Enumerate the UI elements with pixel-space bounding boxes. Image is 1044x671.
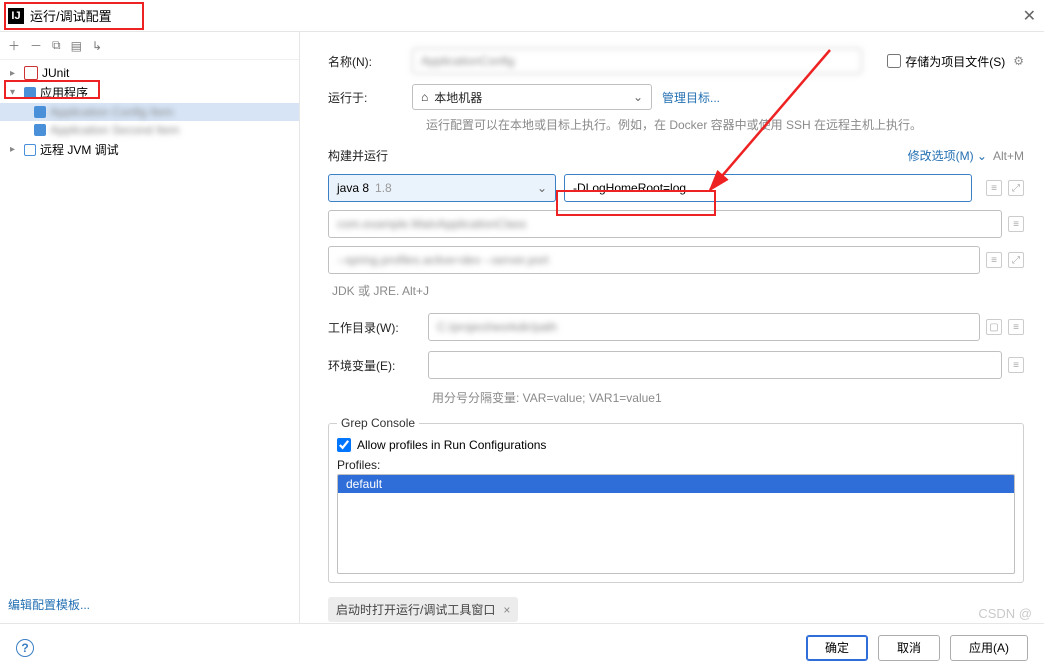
jdk-select[interactable]: java 8 1.8 ⌄ [328,174,556,202]
cancel-button[interactable]: 取消 [878,635,940,661]
close-icon[interactable]: ✕ [1023,6,1036,26]
expand-icon[interactable]: ≡ [986,252,1002,268]
store-checkbox[interactable] [887,54,901,68]
config-tree: ▸JUnit ▾应用程序 Application Config Item App… [0,60,299,623]
expand-icon[interactable]: ≡ [1008,357,1024,373]
edit-template-link[interactable]: 编辑配置模板... [8,596,90,613]
folder-icon[interactable]: ▤ [71,39,82,53]
workdir-label: 工作目录(W): [328,319,428,336]
ok-button[interactable]: 确定 [806,635,868,661]
tree-app-child-1[interactable]: Application Config Item [0,103,299,121]
expand-icon[interactable]: ≡ [1008,216,1024,232]
gear-icon[interactable]: ⚙ [1013,54,1024,68]
modify-options-link[interactable]: 修改选项(M) ⌄ [908,147,987,164]
env-hint: 用分号分隔变量: VAR=value; VAR1=value1 [432,389,1024,406]
chevron-down-icon: ⌄ [537,181,547,195]
home-icon: ⌂ [421,90,428,104]
program-args-input[interactable]: --spring.profiles.active=dev --server.po… [328,246,980,274]
move-icon[interactable]: ↳ [92,39,102,53]
help-icon[interactable]: ? [16,639,34,657]
name-input[interactable] [412,48,862,74]
dialog-title: 运行/调试配置 [30,6,112,25]
profiles-list[interactable]: default [337,474,1015,574]
junit-icon [24,66,38,80]
runon-label: 运行于: [328,89,412,106]
store-label: 存储为项目文件(S) [905,53,1005,70]
expand-icon[interactable]: ≡ [986,180,1002,196]
grep-console-group: Grep Console Allow profiles in Run Confi… [328,416,1024,583]
remote-icon [24,144,36,156]
name-label: 名称(N): [328,53,412,70]
grep-legend: Grep Console [337,416,419,430]
fullscreen-icon[interactable]: ⤢ [1008,252,1024,268]
env-input[interactable] [428,351,1002,379]
profiles-label: Profiles: [337,458,1015,472]
config-toolbar: ＋ － ⧉ ▤ ↳ [0,32,299,60]
allow-profiles-checkbox[interactable] [337,438,351,452]
jdk-hint: JDK 或 JRE. Alt+J [332,282,1024,299]
workdir-input[interactable]: C:/project/workdir/path [428,313,980,341]
app-icon [24,87,36,99]
remove-icon[interactable]: － [30,37,42,54]
apply-button[interactable]: 应用(A) [950,635,1028,661]
vm-options-input[interactable]: -DLogHomeRoot=log [564,174,972,202]
runon-hint: 运行配置可以在本地或目标上执行。例如，在 Docker 容器中或使用 SSH 在… [426,116,1024,133]
browse-icon[interactable]: ▢ [986,319,1002,335]
ide-icon: IJ [8,8,24,24]
tree-app-child-2[interactable]: Application Second Item [0,121,299,139]
tag-close-icon[interactable]: × [503,603,510,617]
tree-junit[interactable]: ▸JUnit [0,64,299,82]
main-class-input[interactable]: com.example.MainApplicationClass [328,210,1002,238]
chevron-down-icon: ⌄ [633,90,643,104]
manage-target-link[interactable]: 管理目标... [662,89,720,106]
tree-remote[interactable]: ▸远程 JVM 调试 [0,139,299,160]
runon-select[interactable]: ⌂ 本地机器 ⌄ [412,84,652,110]
fullscreen-icon[interactable]: ⤢ [1008,180,1024,196]
app-icon [34,106,46,118]
build-run-title: 构建并运行 [328,147,388,164]
add-icon[interactable]: ＋ [8,37,20,54]
tree-app[interactable]: ▾应用程序 [0,82,299,103]
allow-profiles-label: Allow profiles in Run Configurations [357,438,546,452]
env-label: 环境变量(E): [328,357,428,374]
expand-icon[interactable]: ≡ [1008,319,1024,335]
profile-default[interactable]: default [338,475,1014,493]
app-icon [34,124,46,136]
modify-shortcut: Alt+M [993,149,1024,163]
startup-tag[interactable]: 启动时打开运行/调试工具窗口× [328,597,518,622]
copy-icon[interactable]: ⧉ [52,38,61,53]
